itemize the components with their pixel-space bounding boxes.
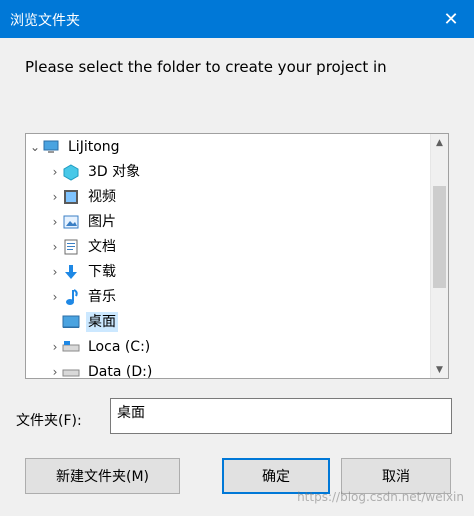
drive-icon bbox=[62, 363, 80, 378]
chevron-right-icon[interactable]: › bbox=[48, 215, 62, 229]
tree-item-pictures[interactable]: › 图片 bbox=[48, 211, 448, 233]
chevron-right-icon[interactable]: › bbox=[48, 240, 62, 254]
chevron-right-icon[interactable]: › bbox=[48, 290, 62, 304]
tree-item-documents[interactable]: › 文档 bbox=[48, 236, 448, 258]
video-icon bbox=[62, 188, 80, 206]
chevron-right-icon[interactable]: › bbox=[48, 365, 62, 378]
download-icon bbox=[62, 263, 80, 281]
tree-item-3d-objects[interactable]: › 3D 对象 bbox=[48, 161, 448, 183]
tree-scrollbar[interactable]: ▲ ▼ bbox=[430, 134, 448, 378]
tree-item-label: 桌面 bbox=[86, 312, 118, 332]
tree-item-label: Loca (C:) bbox=[88, 339, 151, 355]
tree-item-label: 文档 bbox=[88, 239, 116, 255]
computer-icon bbox=[42, 138, 60, 156]
instruction-text: Please select the folder to create your … bbox=[25, 58, 387, 76]
tree-item-label: 下载 bbox=[88, 264, 116, 280]
tree-item-label: LiJitong bbox=[68, 139, 120, 155]
pictures-icon bbox=[62, 213, 80, 231]
watermark: https://blog.csdn.net/weixin bbox=[297, 490, 464, 504]
new-folder-button[interactable]: 新建文件夹(M) bbox=[25, 458, 180, 494]
title-bar: 浏览文件夹 ✕ bbox=[0, 0, 474, 38]
chevron-right-icon[interactable]: › bbox=[48, 340, 62, 354]
drive-icon bbox=[62, 338, 80, 356]
folder-input[interactable]: 桌面 bbox=[110, 398, 452, 434]
chevron-right-icon[interactable]: › bbox=[48, 190, 62, 204]
tree-item-desktop[interactable]: 桌面 bbox=[48, 311, 448, 333]
music-icon bbox=[62, 288, 80, 306]
tree-item-root[interactable]: ⌄ LiJitong bbox=[28, 136, 432, 158]
scroll-up-icon[interactable]: ▲ bbox=[431, 134, 448, 151]
desktop-icon bbox=[62, 313, 80, 331]
tree-item-label: Data (D:) bbox=[88, 364, 153, 379]
chevron-right-icon[interactable]: › bbox=[48, 265, 62, 279]
cancel-button[interactable]: 取消 bbox=[341, 458, 451, 494]
chevron-right-icon[interactable]: › bbox=[48, 165, 62, 179]
no-chevron bbox=[48, 315, 62, 329]
scroll-thumb[interactable] bbox=[433, 186, 446, 288]
documents-icon bbox=[62, 238, 80, 256]
ok-button[interactable]: 确定 bbox=[222, 458, 330, 494]
folder-label: 文件夹(F): bbox=[16, 413, 82, 429]
window-title: 浏览文件夹 bbox=[10, 13, 80, 29]
tree-item-video[interactable]: › 视频 bbox=[48, 186, 448, 208]
folder-tree[interactable]: ⌄ LiJitong › 3D 对象 › 视频 › 图片 › 文档 › 下载 ›… bbox=[25, 133, 449, 379]
chevron-down-icon[interactable]: ⌄ bbox=[28, 140, 42, 154]
scroll-down-icon[interactable]: ▼ bbox=[431, 361, 448, 378]
3d-objects-icon bbox=[62, 163, 80, 181]
tree-item-music[interactable]: › 音乐 bbox=[48, 286, 448, 308]
tree-item-drive-c[interactable]: › Loca (C:) bbox=[48, 336, 448, 358]
tree-item-label: 3D 对象 bbox=[88, 164, 141, 180]
close-button[interactable]: ✕ bbox=[428, 0, 474, 38]
tree-item-label: 音乐 bbox=[88, 289, 116, 305]
tree-item-label: 视频 bbox=[88, 189, 116, 205]
tree-item-label: 图片 bbox=[88, 214, 116, 230]
tree-item-downloads[interactable]: › 下载 bbox=[48, 261, 448, 283]
tree-item-drive-d[interactable]: › Data (D:) bbox=[48, 361, 448, 379]
